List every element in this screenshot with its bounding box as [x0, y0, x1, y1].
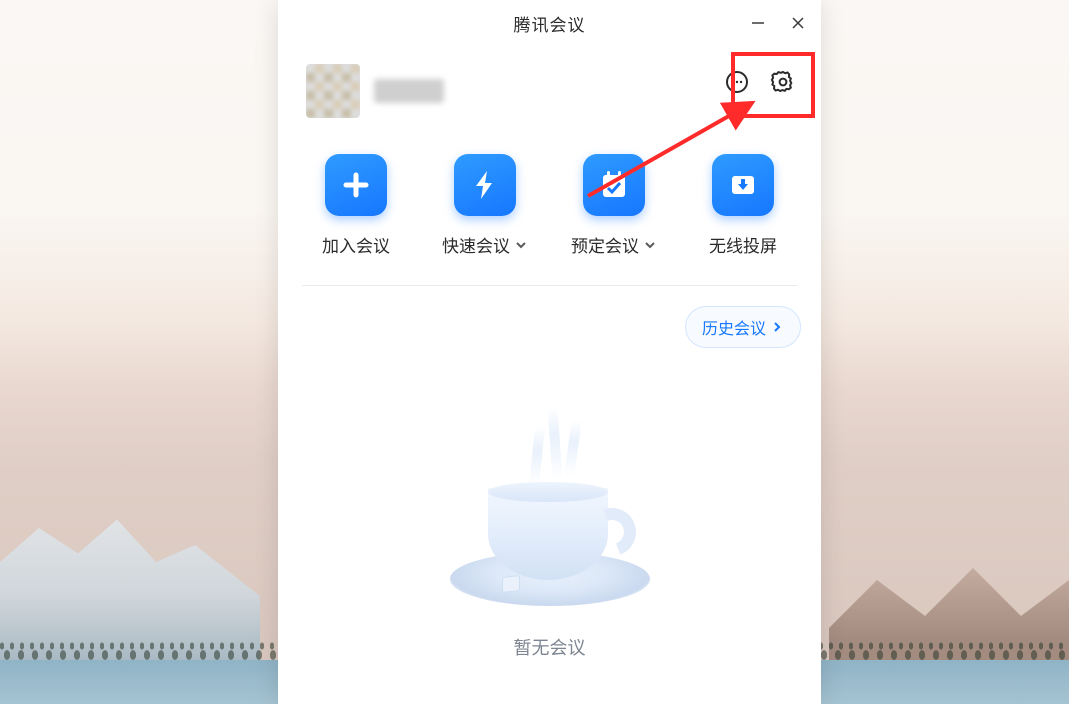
coffee-cup-illustration [440, 396, 660, 616]
wallpaper-right [789, 404, 1069, 704]
action-label: 快速会议 [442, 232, 510, 257]
minimize-button[interactable] [741, 6, 775, 40]
window-controls [741, 0, 815, 46]
action-join-meeting[interactable]: 加入会议 [302, 154, 410, 257]
chevron-down-icon [643, 238, 657, 252]
action-schedule-meeting[interactable]: 预定会议 [560, 154, 668, 257]
action-label: 无线投屏 [709, 232, 777, 257]
action-wireless-cast[interactable]: 无线投屏 [689, 154, 797, 257]
action-label: 预定会议 [571, 232, 639, 257]
close-button[interactable] [781, 6, 815, 40]
plus-icon [325, 154, 387, 216]
avatar[interactable] [306, 64, 360, 118]
username-redacted [374, 79, 444, 103]
settings-button[interactable] [763, 64, 803, 104]
screen-cast-icon [712, 154, 774, 216]
profile-row [278, 46, 821, 124]
empty-state-label: 暂无会议 [514, 634, 586, 660]
action-quick-meeting[interactable]: 快速会议 [431, 154, 539, 257]
history-meetings-button[interactable]: 历史会议 [685, 306, 801, 348]
chevron-right-icon [770, 320, 784, 334]
gear-icon [770, 69, 796, 100]
lightning-icon [454, 154, 516, 216]
titlebar: 腾讯会议 [278, 0, 821, 46]
chat-bubble-icon [724, 69, 750, 100]
app-window: 腾讯会议 [278, 0, 821, 704]
history-row: 历史会议 [278, 286, 821, 348]
action-label: 加入会议 [322, 232, 390, 257]
chevron-down-icon [514, 238, 528, 252]
history-label: 历史会议 [702, 315, 766, 339]
wallpaper-left [0, 404, 280, 704]
window-title: 腾讯会议 [514, 11, 586, 36]
empty-state: 暂无会议 [278, 396, 821, 660]
actions-grid: 加入会议 快速会议 预定会议 [278, 124, 821, 285]
top-icons [717, 64, 803, 104]
chat-button[interactable] [717, 64, 757, 104]
calendar-check-icon [583, 154, 645, 216]
